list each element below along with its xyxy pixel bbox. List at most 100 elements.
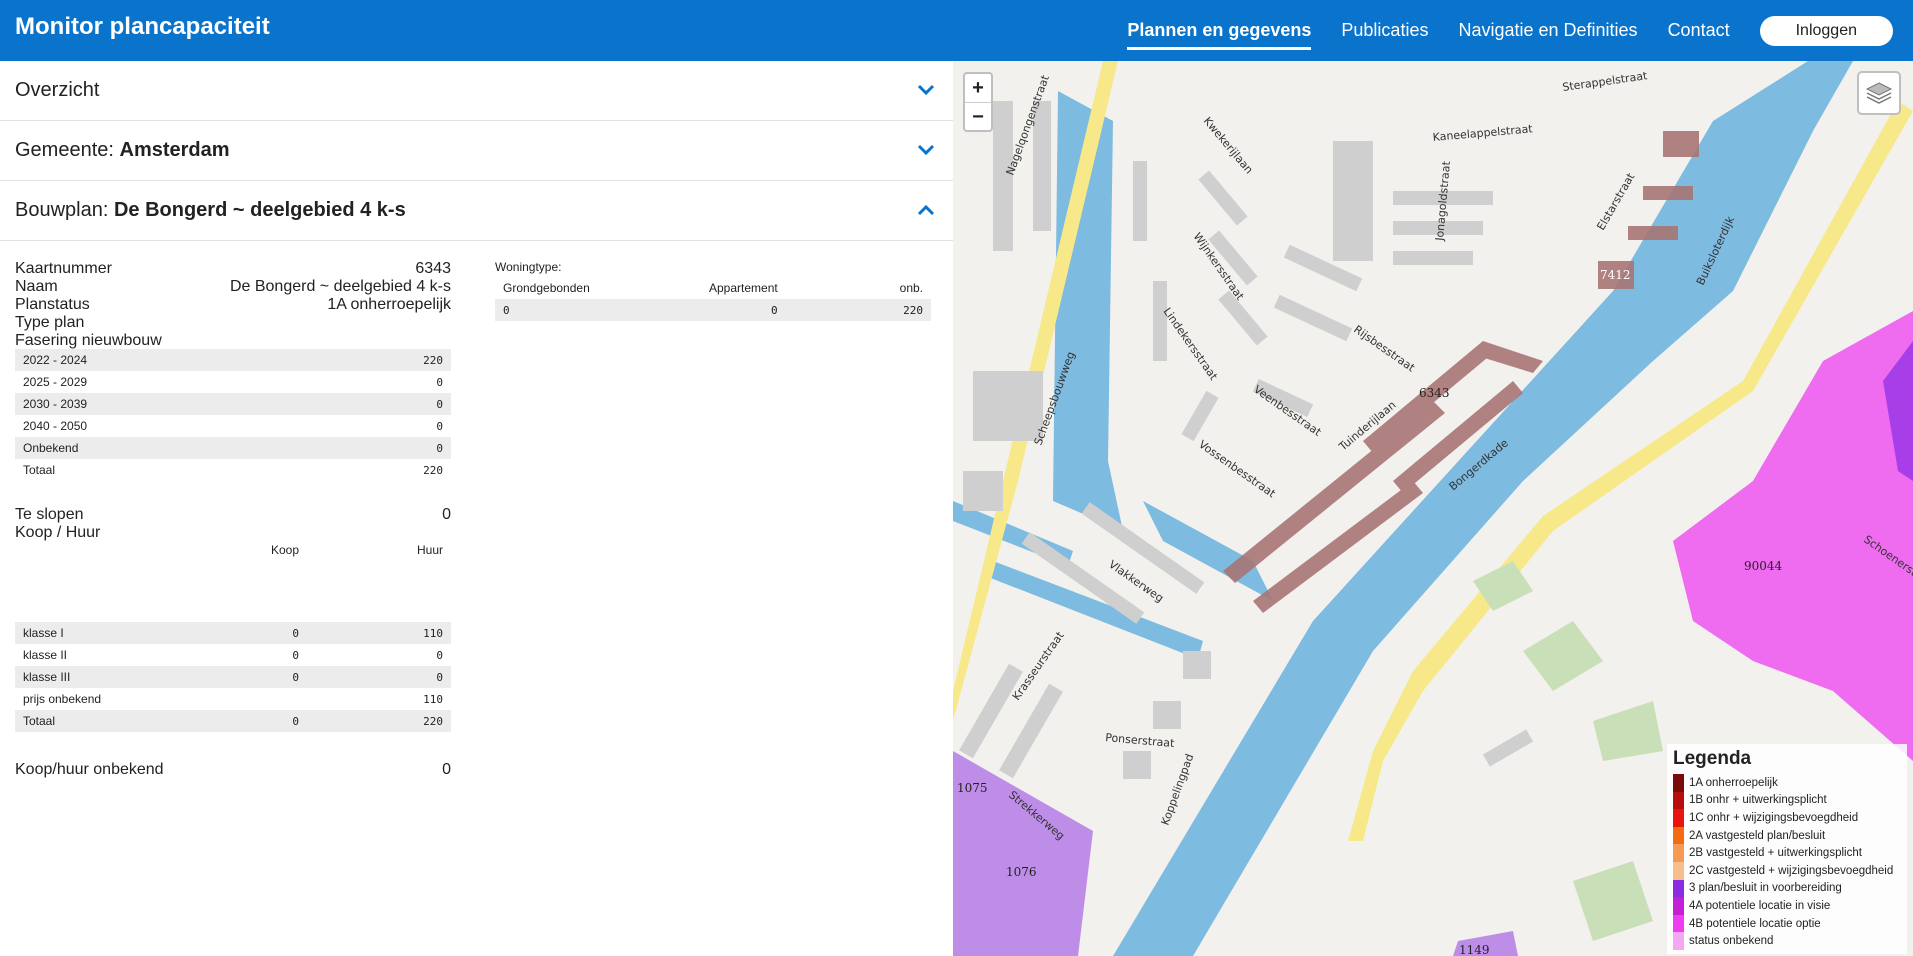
detail-value: 0 [442, 761, 451, 778]
detail-koophuur-onbekend: Koop/huur onbekend 0 [15, 759, 451, 778]
legend-label: 1C onhr + wijzigingsbevoegdheid [1689, 811, 1859, 824]
huur-value: 110 [423, 693, 443, 706]
row-value: 0 [436, 376, 443, 389]
chevron-down-icon[interactable] [917, 143, 935, 157]
nav-contact[interactable]: Contact [1668, 14, 1730, 47]
woningtype-label: Woningtype: [495, 260, 562, 274]
legend-swatch [1673, 774, 1684, 792]
login-button[interactable]: Inloggen [1759, 15, 1893, 46]
table-row: klasse III 0 0 [15, 666, 451, 688]
top-bar: Monitor plancapaciteit Plannen en gegeve… [0, 0, 1913, 61]
legend-item: 1B onhr + uitwerkingsplicht [1673, 791, 1901, 810]
legend-label: 1A onherroepelijk [1689, 776, 1778, 789]
huur-value: 0 [436, 649, 443, 662]
row-label: prijs onbekend [23, 692, 102, 706]
row-label: 2025 - 2029 [23, 375, 88, 389]
koop-value: 0 [292, 649, 299, 662]
legend-swatch [1673, 826, 1684, 845]
map-legend: Legenda 1A onherroepelijk 1B onhr + uitwe… [1667, 744, 1907, 954]
table-row: 2030 - 2039 0 [15, 393, 451, 415]
layers-button[interactable] [1857, 71, 1901, 115]
legend-label: status onbekend [1689, 935, 1774, 948]
koop-header: Koop [270, 543, 299, 557]
legend-swatch [1673, 879, 1684, 898]
woningtype-header: Grondgebonden Appartement onb. [495, 279, 931, 299]
legend-swatch [1673, 844, 1684, 862]
plan-label: 6343 [1419, 386, 1450, 400]
plan-label: 1076 [1006, 865, 1037, 879]
legend-item: 2C vastgesteld + wijzigingsbevoegdheid [1673, 861, 1901, 880]
huur-value: 110 [423, 627, 443, 640]
accordion-bouwplan[interactable]: Bouwplan: De Bongerd ~ deelgebied 4 k-s [0, 181, 953, 241]
detail-planstatus: Planstatus 1A onherroepelijk [15, 294, 451, 313]
detail-kaartnummer: Kaartnummer 6343 [15, 258, 451, 277]
col-appartement: Appartement [709, 281, 778, 295]
legend-item: 3 plan/besluit in voorbereiding [1673, 879, 1901, 898]
accordion-overzicht-title: Overzicht [15, 79, 100, 101]
table-row: 2040 - 2050 0 [15, 415, 451, 437]
detail-teslopen: Te slopen 0 [15, 504, 451, 523]
legend-label: 2B vastgesteld + uitwerkingsplicht [1689, 847, 1862, 860]
detail-typeplan: Type plan [15, 312, 451, 331]
chevron-down-icon[interactable] [917, 83, 935, 97]
legend-swatch [1673, 897, 1684, 915]
legend-swatch [1673, 914, 1684, 933]
koop-value: 0 [292, 627, 299, 640]
chevron-up-icon[interactable] [917, 203, 935, 217]
legend-item: 1C onhr + wijzigingsbevoegdheid [1673, 809, 1901, 827]
zoom-out-button[interactable]: − [965, 102, 991, 130]
plan-label: 1075 [957, 781, 988, 795]
nav-navigatie[interactable]: Navigatie en Definities [1458, 14, 1637, 47]
koop-value: 0 [292, 715, 299, 728]
legend-label: 4B potentiele locatie optie [1689, 917, 1821, 930]
layers-icon [1865, 82, 1893, 104]
value-onb: 220 [903, 304, 923, 317]
legend-title: Legenda [1673, 748, 1752, 769]
row-value: 220 [423, 354, 443, 367]
table-row: 0 0 220 [495, 299, 931, 321]
detail-fasering: Fasering nieuwbouw [15, 330, 451, 349]
koophuur-header-row: Koop Huur [15, 539, 451, 561]
legend-swatch [1673, 932, 1684, 950]
legend-swatch [1673, 809, 1684, 827]
bouwplan-label: Bouwplan: [15, 199, 109, 221]
accordion-bouwplan-title: Bouwplan: De Bongerd ~ deelgebied 4 k-s [15, 199, 406, 222]
value-appartement: 0 [771, 304, 778, 317]
app-title[interactable]: Monitor plancapaciteit [15, 13, 270, 41]
detail-koophuur: Koop / Huur [15, 522, 451, 541]
accordion-gemeente[interactable]: Gemeente: Amsterdam [0, 121, 953, 181]
nav-plannen[interactable]: Plannen en gegevens [1127, 14, 1312, 50]
legend-swatch [1673, 861, 1684, 880]
huur-value: 0 [436, 671, 443, 684]
table-row: Totaal 0 220 [15, 710, 451, 732]
legend-item: 4B potentiele locatie optie [1673, 914, 1901, 933]
map-view[interactable]: 6343 7412 90044 1075 1076 1149 Nagelqong… [953, 61, 1913, 956]
legend-label: 3 plan/besluit in voorbereiding [1689, 882, 1842, 895]
row-label: Onbekend [23, 441, 79, 455]
row-value: 0 [436, 398, 443, 411]
accordion-gemeente-title: Gemeente: Amsterdam [15, 139, 230, 162]
legend-label: 1B onhr + uitwerkingsplicht [1689, 794, 1827, 807]
row-label: 2040 - 2050 [23, 419, 88, 433]
table-row: Onbekend 0 [15, 437, 451, 459]
huur-value: 220 [423, 715, 443, 728]
zoom-in-button[interactable]: + [965, 74, 991, 102]
table-row: 2025 - 2029 0 [15, 371, 451, 393]
row-label: 2030 - 2039 [23, 397, 88, 411]
table-row: klasse I 0 110 [15, 622, 451, 644]
legend-items: 1A onherroepelijk 1B onhr + uitwerkingspl… [1673, 774, 1901, 950]
row-value: 0 [436, 420, 443, 433]
legend-label: 4A potentiele locatie in visie [1689, 899, 1831, 912]
row-label: Totaal [23, 463, 56, 477]
legend-swatch [1673, 791, 1684, 810]
nav-publicaties[interactable]: Publicaties [1341, 14, 1428, 47]
table-row: Totaal 220 [15, 459, 451, 481]
accordion-overzicht[interactable]: Overzicht [0, 61, 953, 121]
row-label: 2022 - 2024 [23, 353, 88, 367]
bouwplan-value: De Bongerd ~ deelgebied 4 k-s [113, 199, 406, 221]
koop-value: 0 [292, 671, 299, 684]
plan-label: 1149 [1459, 943, 1490, 956]
plan-label: 90044 [1744, 559, 1783, 573]
legend-item: 1A onherroepelijk [1673, 774, 1901, 792]
row-value: 220 [423, 464, 443, 477]
